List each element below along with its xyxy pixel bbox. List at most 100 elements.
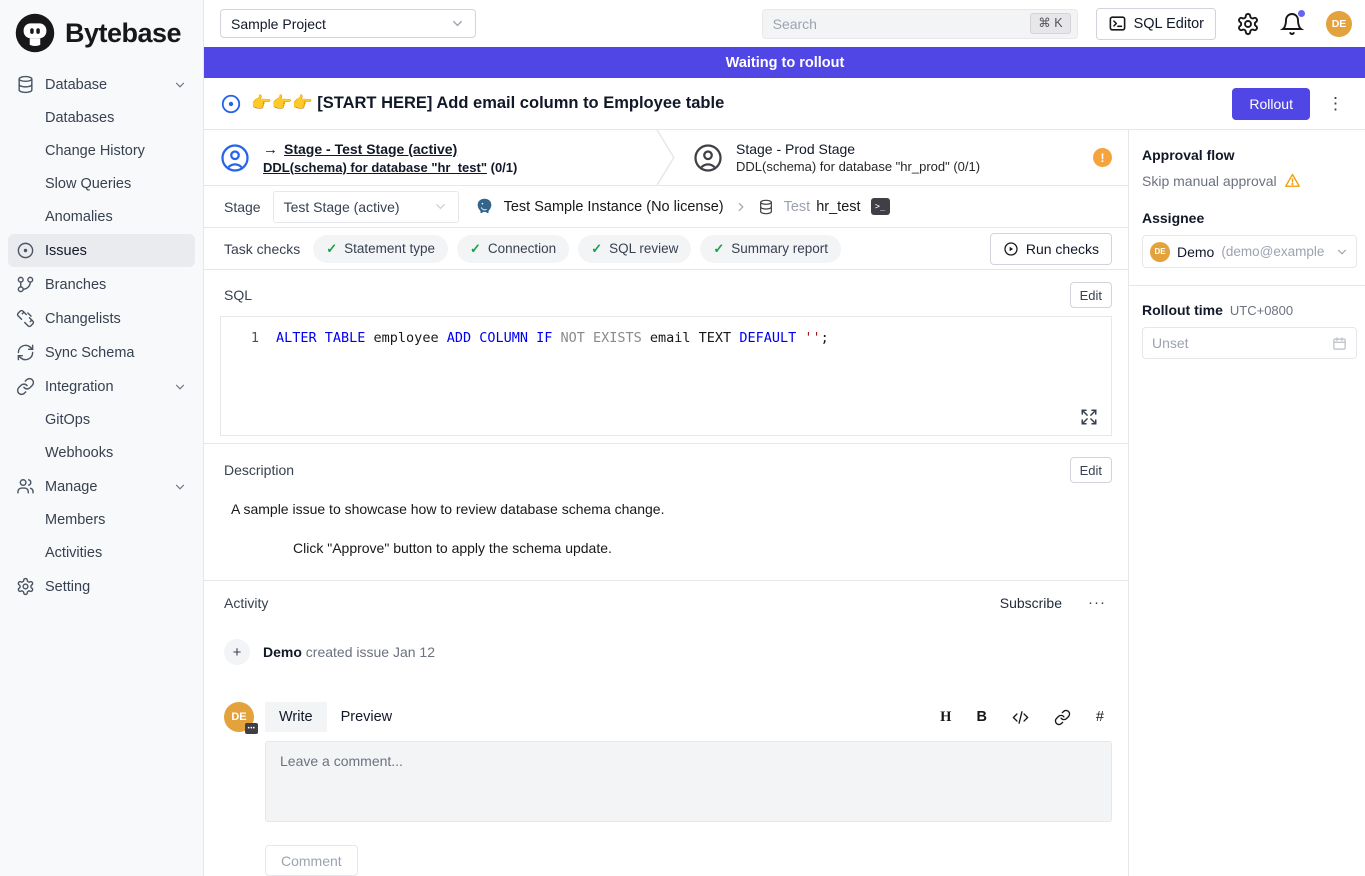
sidebar-item-change-history[interactable]: Change History <box>8 135 195 167</box>
check-connection[interactable]: ✓ Connection <box>457 235 569 263</box>
sidebar-item-anomalies[interactable]: Anomalies <box>8 201 195 233</box>
settings-gear-icon[interactable] <box>1236 12 1260 36</box>
project-select[interactable]: Sample Project <box>220 9 476 38</box>
issue-icon <box>16 241 35 260</box>
sql-token: DEFAULT <box>739 329 804 348</box>
sidebar-item-label: Activities <box>45 545 102 561</box>
sidebar-item-database[interactable]: Database <box>8 68 195 101</box>
calendar-icon <box>1332 336 1347 351</box>
check-statement-type[interactable]: ✓ Statement type <box>313 235 448 263</box>
sidebar-item-sync-schema[interactable]: Sync Schema <box>8 336 195 369</box>
code-button[interactable] <box>1012 709 1029 726</box>
activity-section: Activity Subscribe ··· + Demo created is… <box>204 581 1128 876</box>
assignee-select[interactable]: DE Demo (demo@example <box>1142 235 1357 268</box>
tab-preview[interactable]: Preview <box>327 702 407 732</box>
run-checks-label: Run checks <box>1026 241 1099 257</box>
search-input[interactable] <box>773 16 1023 32</box>
sidebar-item-label: Members <box>45 512 105 528</box>
search-shortcut-badge: ⌘ K <box>1030 13 1070 34</box>
composer-tabs: Write Preview H B # <box>265 702 1112 732</box>
database-name[interactable]: hr_test <box>816 199 860 215</box>
link-icon <box>16 377 35 396</box>
left-sidebar: Bytebase Database Databases Change Histo… <box>0 0 204 876</box>
assignee-name: Demo <box>1177 244 1214 260</box>
hash-button[interactable]: # <box>1096 710 1104 725</box>
link-button[interactable] <box>1054 709 1071 726</box>
sql-edit-button[interactable]: Edit <box>1070 282 1112 308</box>
notification-bell-icon[interactable] <box>1280 12 1304 36</box>
expand-editor-icon[interactable] <box>1080 408 1098 426</box>
stage-cards: →Stage - Test Stage (active) DDL(schema)… <box>204 130 1128 186</box>
tab-write[interactable]: Write <box>265 702 327 732</box>
open-sql-editor-icon[interactable]: >_ <box>871 198 890 215</box>
status-banner: Waiting to rollout <box>204 47 1365 78</box>
stage-select[interactable]: Test Stage (active) <box>273 191 459 223</box>
sidebar-item-label: Integration <box>45 379 114 395</box>
subscribe-button[interactable]: Subscribe <box>1000 595 1062 611</box>
bold-button[interactable]: B <box>976 710 986 725</box>
stage-select-value: Test Stage (active) <box>284 199 400 215</box>
description-section: Description Edit A sample issue to showc… <box>204 444 1128 581</box>
sql-token: NOT EXISTS <box>561 329 650 348</box>
sql-section: SQL Edit 1ALTER TABLE employee ADD COLUM… <box>204 270 1128 444</box>
issue-content: →Stage - Test Stage (active) DDL(schema)… <box>204 130 1128 876</box>
sidebar-item-issues[interactable]: Issues <box>8 234 195 267</box>
issue-more-menu-icon[interactable]: ⋮ <box>1327 95 1344 112</box>
sidebar-item-gitops[interactable]: GitOps <box>8 404 195 436</box>
check-label: Statement type <box>344 241 435 256</box>
instance-name[interactable]: Test Sample Instance (No license) <box>504 199 724 215</box>
stage-card-prod[interactable]: Stage - Prod Stage DDL(schema) for datab… <box>677 130 1128 185</box>
assignee-label: Assignee <box>1142 210 1357 226</box>
brand-logo[interactable]: Bytebase <box>0 0 203 64</box>
active-stage-arrow: → <box>263 141 278 158</box>
user-avatar[interactable]: DE <box>1326 11 1352 37</box>
check-sql-review[interactable]: ✓ SQL review <box>578 235 691 263</box>
sidebar-item-slow-queries[interactable]: Slow Queries <box>8 168 195 200</box>
sidebar-item-databases[interactable]: Databases <box>8 102 195 134</box>
chat-bubble-badge-icon: ••• <box>245 723 258 734</box>
comment-input[interactable] <box>265 741 1112 822</box>
search-box[interactable]: ⌘ K <box>762 9 1078 39</box>
chevron-down-icon <box>433 199 448 214</box>
database-icon <box>16 75 35 94</box>
sql-code-line: 1ALTER TABLE employee ADD COLUMN IF NOT … <box>221 317 1111 348</box>
task-checks-label: Task checks <box>224 241 300 257</box>
chevron-down-icon <box>173 78 187 92</box>
plus-icon: + <box>224 639 250 665</box>
check-pass-icon: ✓ <box>713 241 724 257</box>
sidebar-item-manage[interactable]: Manage <box>8 470 195 503</box>
stage-card-test[interactable]: →Stage - Test Stage (active) DDL(schema)… <box>204 130 655 185</box>
sidebar-nav: Database Databases Change History Slow Q… <box>0 64 203 608</box>
event-text: created issue Jan 12 <box>302 644 435 660</box>
sidebar-item-label: GitOps <box>45 412 90 428</box>
comment-composer: DE ••• Write Preview H B <box>220 702 1112 876</box>
sql-editor-button[interactable]: SQL Editor <box>1096 8 1216 40</box>
rollout-time-input[interactable]: Unset <box>1142 327 1357 359</box>
description-edit-button[interactable]: Edit <box>1070 457 1112 483</box>
check-summary-report[interactable]: ✓ Summary report <box>700 235 841 263</box>
stage-separator <box>655 130 677 185</box>
rollout-button[interactable]: Rollout <box>1232 88 1310 120</box>
sidebar-item-label: Database <box>45 77 107 93</box>
check-pass-icon: ✓ <box>326 241 337 257</box>
run-checks-button[interactable]: Run checks <box>990 233 1112 265</box>
check-pass-icon: ✓ <box>591 241 602 257</box>
sidebar-item-members[interactable]: Members <box>8 504 195 536</box>
warning-triangle-icon <box>1284 172 1301 189</box>
line-number: 1 <box>221 329 259 348</box>
project-select-value: Sample Project <box>231 16 326 32</box>
heading-button[interactable]: H <box>940 710 951 725</box>
sidebar-item-webhooks[interactable]: Webhooks <box>8 437 195 469</box>
stage-text: →Stage - Test Stage (active) DDL(schema)… <box>263 141 517 175</box>
sync-icon <box>16 343 35 362</box>
sidebar-item-setting[interactable]: Setting <box>8 570 195 603</box>
comment-submit-button[interactable]: Comment <box>265 845 358 876</box>
sidebar-item-changelists[interactable]: Changelists <box>8 302 195 335</box>
sidebar-item-branches[interactable]: Branches <box>8 268 195 301</box>
sql-editor[interactable]: 1ALTER TABLE employee ADD COLUMN IF NOT … <box>220 316 1112 436</box>
activity-more-menu-icon[interactable]: ··· <box>1088 594 1106 611</box>
sidebar-item-label: Change History <box>45 143 145 159</box>
sidebar-item-activities[interactable]: Activities <box>8 537 195 569</box>
sidebar-item-integration[interactable]: Integration <box>8 370 195 403</box>
sidebar-item-label: Slow Queries <box>45 176 131 192</box>
